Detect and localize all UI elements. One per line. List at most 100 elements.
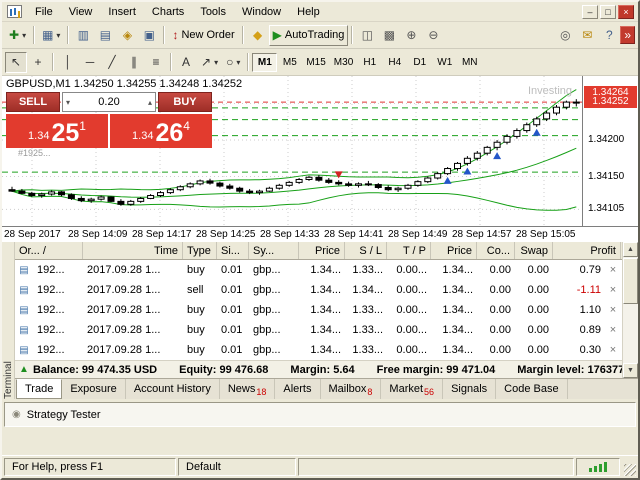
close-order-button[interactable]: × (605, 324, 621, 336)
horizontal-line-button[interactable]: ─ (79, 52, 101, 73)
tab-market[interactable]: Market56 (381, 379, 443, 399)
trade-row[interactable]: ▤192...2017.09.28 1...buy0.01gbp...1.34.… (15, 320, 622, 340)
chart-window-icon[interactable] (7, 5, 22, 18)
column-header-11[interactable]: Profit (553, 242, 621, 259)
time-axis[interactable]: 28 Sep 201728 Sep 14:0928 Sep 14:1728 Se… (2, 226, 638, 242)
time-axis-label: 28 Sep 14:57 (452, 229, 512, 240)
trade-row[interactable]: ▤192...2017.09.28 1...sell0.01gbp...1.34… (15, 280, 622, 300)
strategy-tester-bar[interactable]: ◉ Strategy Tester (4, 402, 636, 427)
restore-window-button[interactable]: □ (600, 5, 616, 19)
crosshair-button[interactable]: + (27, 52, 49, 73)
text-tool-button[interactable]: A (175, 52, 197, 73)
scroll-up-icon[interactable]: ▲ (623, 242, 638, 257)
minimize-window-button[interactable]: – (582, 5, 598, 19)
timeframe-h1[interactable]: H1 (357, 53, 382, 72)
timeframe-m30[interactable]: M30 (330, 53, 357, 72)
lot-decrease-icon[interactable]: ▾ (66, 98, 70, 107)
scrollbar-track[interactable] (623, 304, 638, 363)
timeframe-m1[interactable]: M1 (252, 53, 277, 72)
new-chart-button[interactable]: ✚▾ (5, 25, 30, 46)
scrollbar-thumb[interactable] (623, 258, 638, 304)
column-header-0[interactable]: Or... / (15, 242, 83, 259)
column-header-5[interactable]: Price (299, 242, 345, 259)
menu-window[interactable]: Window (234, 4, 289, 20)
zoom-out-button[interactable]: ⊖ (422, 25, 444, 46)
sell-price-display[interactable]: 1.34 25 1 (6, 114, 108, 148)
cursor-button[interactable]: ↖ (5, 52, 27, 73)
column-header-1[interactable]: Time (83, 242, 183, 259)
chat-button[interactable]: ✉ (576, 25, 598, 46)
data-window-button[interactable]: ▤ (94, 25, 116, 46)
timeframe-w1[interactable]: W1 (432, 53, 457, 72)
shapes-tool-button[interactable]: ○▾ (222, 52, 244, 73)
navigator-button[interactable]: ◈ (116, 25, 138, 46)
tab-account-history[interactable]: Account History (126, 379, 220, 399)
menu-charts[interactable]: Charts (144, 4, 192, 20)
tab-alerts[interactable]: Alerts (275, 379, 320, 399)
market-watch-button[interactable]: ▥ (72, 25, 94, 46)
fibonacci-button[interactable]: ≡ (145, 52, 167, 73)
status-profile[interactable]: Default (178, 458, 296, 476)
timeframe-m5[interactable]: M5 (277, 53, 302, 72)
close-window-button[interactable]: × (618, 5, 634, 19)
column-header-4[interactable]: Sy... (249, 242, 299, 259)
tab-exposure[interactable]: Exposure (62, 379, 125, 399)
tab-trade[interactable]: Trade (16, 379, 62, 399)
trade-row[interactable]: ▤192...2017.09.28 1...buy0.01gbp...1.34.… (15, 300, 622, 320)
profiles-button[interactable]: ▦▾ (38, 25, 64, 46)
cascade-windows-button[interactable]: ▩ (378, 25, 400, 46)
tab-mailbox[interactable]: Mailbox8 (321, 379, 382, 399)
tile-windows-button[interactable]: ◫ (356, 25, 378, 46)
metaeditor-button[interactable]: ◆ (247, 25, 269, 46)
scroll-down-icon[interactable]: ▼ (623, 363, 638, 378)
vertical-line-button[interactable]: │ (57, 52, 79, 73)
column-header-2[interactable]: Type (183, 242, 217, 259)
overflow-chevron-button[interactable]: » (620, 26, 635, 44)
close-order-button[interactable]: × (605, 264, 621, 276)
timeframe-mn[interactable]: MN (457, 53, 482, 72)
tab-signals[interactable]: Signals (443, 379, 496, 399)
column-header-9[interactable]: Co... (477, 242, 515, 259)
trade-cell-11: 0.30 (553, 344, 605, 356)
menu-file[interactable]: File (27, 4, 61, 20)
trade-row[interactable]: ▤192...2017.09.28 1...buy0.01gbp...1.34.… (15, 340, 622, 360)
resize-grip[interactable] (622, 458, 636, 476)
terminal-side-strip[interactable]: Terminal (2, 242, 15, 399)
timeframe-h4[interactable]: H4 (382, 53, 407, 72)
menu-insert[interactable]: Insert (100, 4, 144, 20)
timeframe-d1[interactable]: D1 (407, 53, 432, 72)
menu-view[interactable]: View (61, 4, 101, 20)
column-header-6[interactable]: S / L (345, 242, 387, 259)
tab-code-base[interactable]: Code Base (496, 379, 567, 399)
arrows-tool-button[interactable]: ↗▾ (197, 52, 222, 73)
column-header-7[interactable]: T / P (387, 242, 431, 259)
timeframe-m15[interactable]: M15 (302, 53, 329, 72)
close-order-button[interactable]: × (605, 284, 621, 296)
lot-increase-icon[interactable]: ▴ (148, 98, 152, 107)
trade-row[interactable]: ▤192...2017.09.28 1...buy0.01gbp...1.34.… (15, 260, 622, 280)
menu-help[interactable]: Help (289, 4, 328, 20)
trendline-button[interactable]: ╱ (101, 52, 123, 73)
buy-button[interactable]: BUY (158, 92, 212, 112)
column-header-3[interactable]: Si... (217, 242, 249, 259)
candle-body (9, 190, 15, 191)
column-header-10[interactable]: Swap (515, 242, 553, 259)
column-header-8[interactable]: Price (431, 242, 477, 259)
search-button[interactable]: ◎ (554, 25, 576, 46)
menu-tools[interactable]: Tools (192, 4, 234, 20)
buy-price-display[interactable]: 1.34 26 4 (110, 114, 212, 148)
close-order-button[interactable]: × (605, 344, 621, 356)
channel-button[interactable]: ∥ (123, 52, 145, 73)
chart-plot[interactable]: GBPUSD,M1 1.34250 1.34255 1.34248 1.3425… (2, 76, 582, 226)
close-order-button[interactable]: × (605, 304, 621, 316)
price-axis[interactable]: 1.342001.341501.341051.342641.34252 (582, 76, 638, 226)
zoom-in-button[interactable]: ⊕ (400, 25, 422, 46)
terminal-scrollbar[interactable]: ▲ ▼ (622, 242, 638, 378)
autotrading-button[interactable]: ▶AutoTrading (269, 25, 349, 46)
lot-size-field[interactable]: ▾ 0.20 ▴ (62, 92, 156, 112)
sell-button[interactable]: SELL (6, 92, 60, 112)
help-button[interactable]: ? (598, 25, 620, 46)
tab-news[interactable]: News18 (220, 379, 276, 399)
terminal-button[interactable]: ▣ (138, 25, 160, 46)
new-order-button[interactable]: ↕New Order (168, 25, 238, 46)
